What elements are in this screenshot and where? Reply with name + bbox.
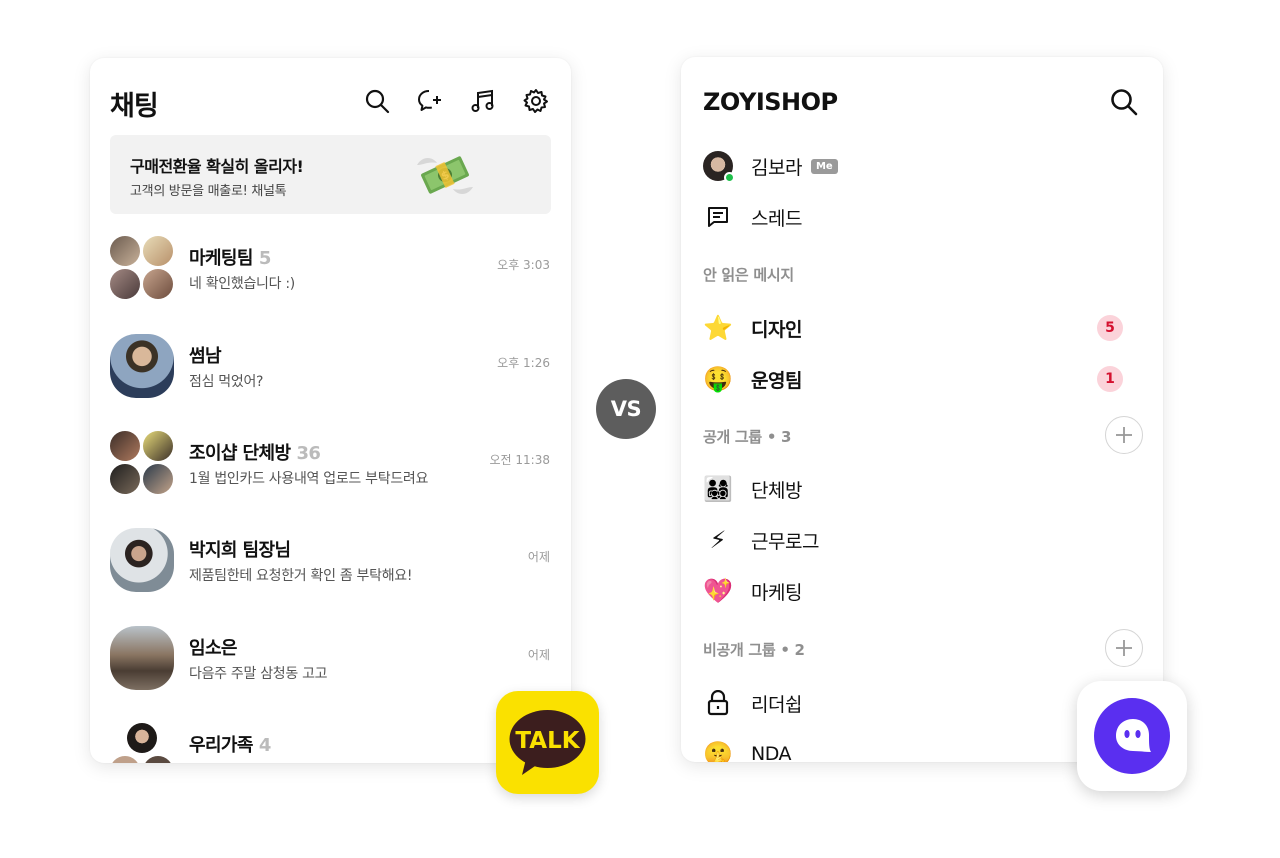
online-status-dot xyxy=(724,172,735,183)
chat-time: 오후 3:03 xyxy=(497,258,550,272)
shushing-face-icon: 🤫 xyxy=(703,740,733,762)
money-face-icon: 🤑 xyxy=(703,365,733,393)
chat-name: 박지희 팀장님 xyxy=(189,540,291,561)
avatar xyxy=(110,626,174,690)
sparkling-heart-icon: 💖 xyxy=(703,577,733,605)
money-with-wings-icon: $ xyxy=(417,156,473,194)
star-icon: ⭐ xyxy=(703,314,733,342)
thread-icon xyxy=(703,202,733,232)
threads-item[interactable]: 스레드 xyxy=(703,197,1143,237)
avatar xyxy=(110,334,174,398)
avatar xyxy=(703,151,735,183)
avatar xyxy=(110,528,174,592)
plus-icon xyxy=(1116,640,1132,656)
chat-row[interactable]: 조이샵 단체방 36 1월 법인카드 사용내역 업로드 부탁드려요 오전 11:3… xyxy=(110,431,551,511)
public-group-item[interactable]: 💖 마케팅 xyxy=(703,571,1143,611)
chat-preview: 점심 먹었어? xyxy=(189,374,264,390)
settings-icon[interactable] xyxy=(523,88,549,114)
public-group-item[interactable]: ⚡ 근무로그 xyxy=(703,520,1143,560)
me-profile-item[interactable]: 김보라 Me xyxy=(703,146,1143,186)
threads-label: 스레드 xyxy=(751,207,802,230)
search-icon[interactable] xyxy=(364,88,390,114)
chat-name: 우리가족 4 xyxy=(189,735,272,756)
talk-logo-text: TALK xyxy=(515,728,580,754)
banner-subtitle: 고객의 방문을 매출로! 채널톡 xyxy=(130,184,287,199)
private-section-header: 비공개 그룹 • 2 xyxy=(703,641,805,659)
chat-row[interactable]: 임소은 다음주 주말 삼청동 고고 어제 xyxy=(110,626,551,706)
group-avatar xyxy=(110,431,174,495)
promo-banner[interactable]: 구매전환율 확실히 올리자! 고객의 방문을 매출로! 채널톡 $ xyxy=(110,135,551,214)
chat-name: 마케팅팀 5 xyxy=(189,248,272,269)
channel-bubble-icon xyxy=(1094,698,1170,774)
chat-time: 오전 11:38 xyxy=(489,453,550,467)
unread-group-item[interactable]: 🤑 운영팀 1 xyxy=(703,359,1143,399)
comparison-stage: 채팅 구매전환율 확실히 올리자! 고객의 방문을 매출로! 채널톡 마케팅팀 … xyxy=(0,0,1280,858)
chat-row[interactable]: 박지희 팀장님 제품팀한테 요청한거 확인 좀 부탁해요! 어제 xyxy=(110,528,551,608)
vs-badge: VS xyxy=(596,379,656,439)
lightning-icon: ⚡ xyxy=(709,526,727,554)
music-icon[interactable] xyxy=(470,88,496,114)
group-avatar xyxy=(110,236,174,300)
chat-time: 어제 xyxy=(527,648,550,662)
member-count: 4 xyxy=(258,735,272,756)
new-chat-icon[interactable] xyxy=(417,88,443,114)
group-label: 마케팅 xyxy=(751,581,802,604)
kakao-chat-panel: 채팅 구매전환율 확실히 올리자! 고객의 방문을 매출로! 채널톡 마케팅팀 … xyxy=(90,58,571,763)
group-label: 운영팀 xyxy=(751,369,802,392)
search-icon[interactable] xyxy=(1109,87,1139,117)
page-title: 채팅 xyxy=(110,91,159,122)
add-public-group-button[interactable] xyxy=(1105,416,1143,454)
workspace-name: ZOYISHOP xyxy=(703,88,838,116)
unread-badge: 1 xyxy=(1097,366,1123,392)
add-private-group-button[interactable] xyxy=(1105,629,1143,667)
chat-row[interactable]: 마케팅팀 5 네 확인했습니다 :) 오후 3:03 xyxy=(110,236,551,316)
lock-icon xyxy=(703,688,733,718)
header-toolbar xyxy=(364,88,549,114)
group-label: 디자인 xyxy=(751,318,802,341)
chat-time: 어제 xyxy=(527,550,550,564)
banner-title: 구매전환율 확실히 올리자! xyxy=(130,157,304,176)
member-count: 36 xyxy=(296,443,321,464)
channel-talk-logo xyxy=(1077,681,1187,791)
public-section-header: 공개 그룹 • 3 xyxy=(703,428,792,446)
chat-row[interactable]: 우리가족 4 xyxy=(110,723,551,763)
group-label: 단체방 xyxy=(751,479,802,502)
group-label: NDA xyxy=(751,743,792,762)
unread-group-item[interactable]: ⭐ 디자인 5 xyxy=(703,308,1143,348)
chat-name: 임소은 xyxy=(189,638,237,659)
unread-badge: 5 xyxy=(1097,315,1123,341)
chat-row[interactable]: 썸남 점심 먹었어? 오후 1:26 xyxy=(110,334,551,414)
group-label: 근무로그 xyxy=(751,530,819,553)
group-label: 리더쉽 xyxy=(751,693,802,716)
group-avatar xyxy=(110,723,174,763)
me-badge: Me xyxy=(810,158,838,174)
chat-name: 썸남 xyxy=(189,346,222,367)
me-name: 김보라 xyxy=(751,156,802,179)
chat-preview: 1월 법인카드 사용내역 업로드 부탁드려요 xyxy=(189,471,429,487)
plus-icon xyxy=(1116,427,1132,443)
chat-name: 조이샵 단체방 36 xyxy=(189,443,321,464)
chat-preview: 제품팀한테 요청한거 확인 좀 부탁해요! xyxy=(189,568,413,584)
kakaotalk-logo: TALK xyxy=(496,691,599,794)
family-icon: 👨‍👩‍👧‍👦 xyxy=(703,475,733,503)
chat-time: 오후 1:26 xyxy=(497,356,550,370)
member-count: 5 xyxy=(258,248,272,269)
channel-sidebar-panel: ZOYISHOP 김보라 Me 스레드 안 읽은 메시지 ⭐ 디자인 5 🤑 운… xyxy=(681,57,1163,762)
talk-bubble-icon: TALK xyxy=(509,710,586,775)
public-group-item[interactable]: 👨‍👩‍👧‍👦 단체방 xyxy=(703,469,1143,509)
chat-preview: 다음주 주말 삼청동 고고 xyxy=(189,666,328,682)
chat-preview: 네 확인했습니다 :) xyxy=(189,276,295,292)
unread-section-header: 안 읽은 메시지 xyxy=(703,266,794,284)
